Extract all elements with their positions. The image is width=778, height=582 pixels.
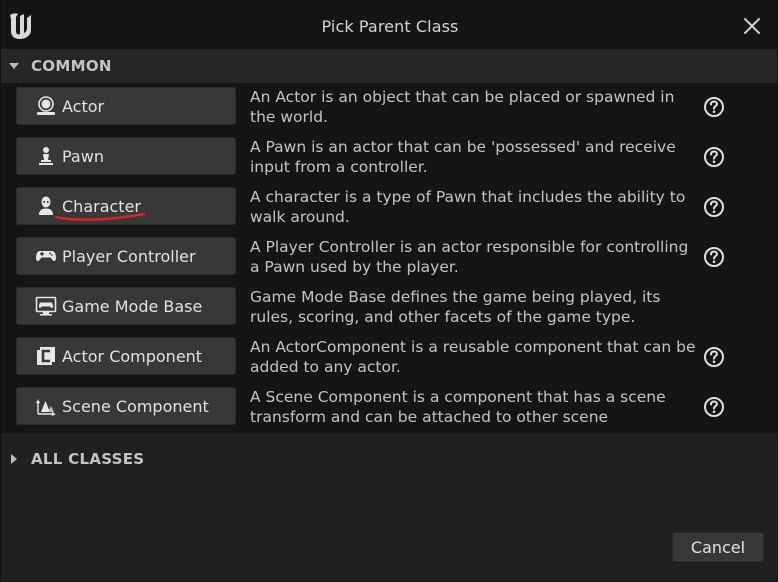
- actor-icon: [35, 95, 57, 117]
- actor-help-icon[interactable]: [703, 96, 725, 118]
- collapsed-triangle-icon: [1, 442, 27, 476]
- class-row-character: Character A character is a type of Pawn …: [1, 183, 777, 233]
- actor-description: An Actor is an object that can be placed…: [250, 88, 675, 126]
- scene-component-description: A Scene Component is a component that ha…: [250, 388, 666, 426]
- class-row-game-mode-base: Game Mode Base Game Mode Base defines th…: [1, 283, 777, 333]
- actor-button-label: Actor: [62, 96, 105, 116]
- character-help-icon[interactable]: [703, 196, 725, 218]
- character-description: A character is a type of Pawn that inclu…: [250, 188, 686, 226]
- cancel-button[interactable]: Cancel: [672, 532, 764, 562]
- character-button[interactable]: Character: [16, 187, 236, 225]
- player-controller-description: A Player Controller is an actor responsi…: [250, 238, 689, 276]
- pawn-button-label: Pawn: [62, 146, 104, 166]
- actor-component-help-icon[interactable]: [703, 346, 725, 368]
- expanded-triangle-icon: [1, 49, 27, 83]
- player-controller-help-icon[interactable]: [703, 246, 725, 268]
- section-common-label: COMMON: [31, 57, 112, 75]
- scene-component-icon: [35, 395, 57, 417]
- class-row-player-controller: Player Controller A Player Controller is…: [1, 233, 777, 283]
- scene-component-button[interactable]: Scene Component: [16, 387, 236, 425]
- actor-component-description: An ActorComponent is a reusable componen…: [250, 338, 696, 376]
- pawn-help-icon[interactable]: [703, 146, 725, 168]
- gamepad-icon: [35, 245, 57, 267]
- class-row-actor: Actor An Actor is an object that can be …: [1, 83, 777, 133]
- pick-parent-class-dialog: Pick Parent Class COMMON Actor An Actor …: [0, 0, 778, 582]
- scene-component-button-label: Scene Component: [62, 396, 209, 416]
- red-underline-annotation: [54, 212, 146, 221]
- close-icon[interactable]: [743, 17, 761, 35]
- pawn-icon: [35, 145, 57, 167]
- class-row-scene-component: Scene Component A Scene Component is a c…: [1, 383, 777, 433]
- actor-component-button-label: Actor Component: [62, 346, 203, 366]
- dialog-content: COMMON Actor An Actor is an object that …: [1, 49, 777, 571]
- game-mode-base-button-label: Game Mode Base: [62, 296, 203, 316]
- game-mode-base-button[interactable]: Game Mode Base: [16, 287, 236, 325]
- common-classes-panel: Actor An Actor is an object that can be …: [1, 83, 777, 433]
- player-controller-button-label: Player Controller: [62, 246, 196, 266]
- actor-button[interactable]: Actor: [16, 87, 236, 125]
- player-controller-button[interactable]: Player Controller: [16, 237, 236, 275]
- class-row-pawn: Pawn A Pawn is an actor that can be 'pos…: [1, 133, 777, 183]
- actor-component-icon: [35, 345, 57, 367]
- section-common-header[interactable]: COMMON: [1, 49, 777, 83]
- class-row-actor-component: Actor Component An ActorComponent is a r…: [1, 333, 777, 383]
- section-all-classes-label: ALL CLASSES: [31, 450, 145, 468]
- section-all-classes-header[interactable]: ALL CLASSES: [1, 442, 777, 476]
- scene-component-help-icon[interactable]: [703, 396, 725, 418]
- pawn-description: A Pawn is an actor that can be 'possesse…: [250, 138, 676, 176]
- game-mode-icon: [35, 295, 57, 317]
- title-bar: Pick Parent Class: [1, 1, 778, 49]
- dialog-title: Pick Parent Class: [321, 17, 459, 36]
- actor-component-button[interactable]: Actor Component: [16, 337, 236, 375]
- game-mode-base-description: Game Mode Base defines the game being pl…: [250, 288, 661, 326]
- pawn-button[interactable]: Pawn: [16, 137, 236, 175]
